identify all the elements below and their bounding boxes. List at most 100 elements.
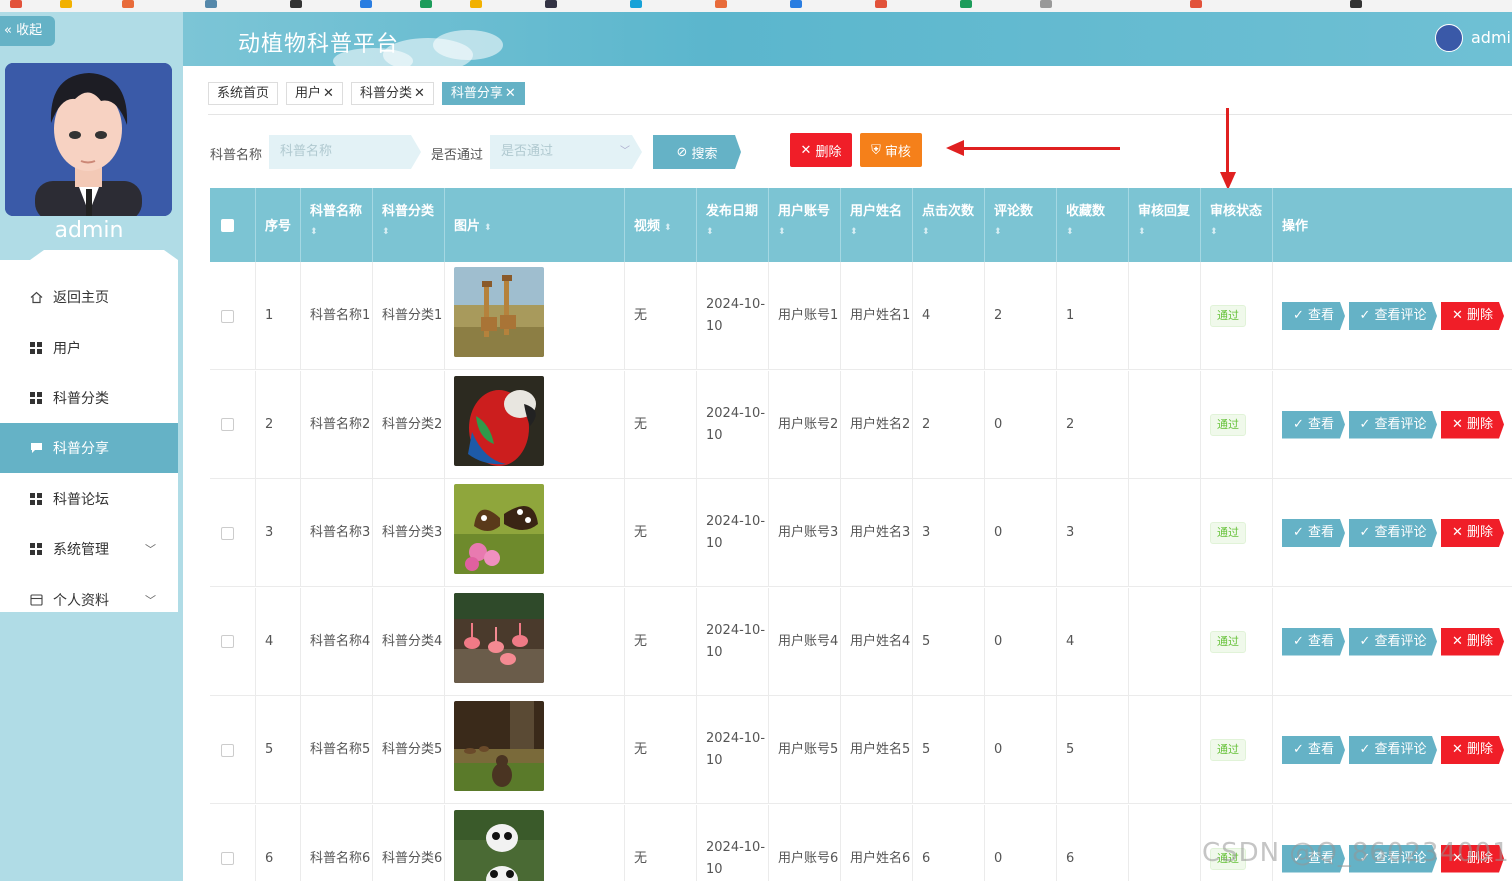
view-button[interactable]: ✓ 查看 [1282, 736, 1345, 764]
bookmark-favicon-icon[interactable] [1350, 0, 1362, 8]
sidebar-item-share[interactable]: 科普分享 [0, 423, 178, 473]
sidebar-item-users[interactable]: 用户 [0, 323, 178, 373]
delete-button[interactable]: ✕ 删除 [1441, 411, 1504, 439]
pass-select[interactable]: 是否通过 ﹀ [490, 135, 642, 169]
header-favorites[interactable]: 收藏数 ⬍ [1057, 188, 1129, 262]
delete-button[interactable]: ✕ 删除 [1441, 519, 1504, 547]
delete-button[interactable]: ✕ 删除 [1441, 736, 1504, 764]
header-username[interactable]: 用户姓名 ⬍ [841, 188, 913, 262]
row-checkbox[interactable] [221, 852, 234, 865]
name-search-input[interactable]: 科普名称 [269, 135, 421, 169]
sidebar-item-home[interactable]: 返回主页 [0, 272, 178, 322]
username-cell: 用户姓名3 [841, 479, 913, 587]
bookmark-favicon-icon[interactable] [1190, 0, 1202, 8]
header-clicks[interactable]: 点击次数 ⬍ [913, 188, 985, 262]
tab-users[interactable]: 用户 ✕ [286, 82, 343, 105]
header-name[interactable]: 科普名称 ⬍ [301, 188, 373, 262]
bookmark-favicon-icon[interactable] [470, 0, 482, 8]
account-cell: 用户账号3 [769, 479, 841, 587]
thumbnail-image[interactable] [454, 809, 544, 881]
view-comments-button[interactable]: ✓ 查看评论 [1349, 302, 1437, 330]
audit-button[interactable]: ⛨ 审核 [860, 133, 922, 167]
sidebar-item-forum[interactable]: 科普论坛 [0, 474, 178, 524]
delete-button[interactable]: ✕ 删除 [1441, 628, 1504, 656]
bookmark-favicon-icon[interactable] [630, 0, 642, 8]
thumbnail-image[interactable] [454, 484, 544, 582]
comments-cell: 0 [985, 696, 1057, 804]
reply-cell [1129, 587, 1201, 696]
batch-delete-button[interactable]: ✕ 删除 [790, 133, 852, 167]
close-icon[interactable]: ✕ [414, 86, 425, 101]
delete-button-label: 删除 [815, 144, 842, 160]
bookmark-favicon-icon[interactable] [1040, 0, 1052, 8]
delete-button[interactable]: ✕ 删除 [1441, 302, 1504, 330]
bookmark-favicon-icon[interactable] [790, 0, 802, 8]
view-comments-button[interactable]: ✓ 查看评论 [1349, 628, 1437, 656]
tab-home[interactable]: 系统首页 [208, 82, 279, 105]
header-status[interactable]: 审核状态 ⬍ [1201, 188, 1273, 262]
chat-icon [29, 441, 43, 455]
header-username[interactable]: admin [1471, 28, 1512, 47]
view-button[interactable]: ✓ 查看 [1282, 302, 1345, 330]
thumbnail-image[interactable] [454, 592, 544, 691]
favorites-value: 6 [1066, 850, 1075, 866]
sidebar-item-profile[interactable]: 个人资料 ﹀ [0, 575, 178, 625]
view-button[interactable]: ✓ 查看 [1282, 628, 1345, 656]
no-value: 2 [265, 416, 274, 432]
bookmark-favicon-icon[interactable] [960, 0, 972, 8]
bookmark-favicon-icon[interactable] [60, 0, 72, 8]
sidebar-item-category[interactable]: 科普分类 [0, 373, 178, 423]
view-label: 查看 [1307, 525, 1334, 540]
header-comments[interactable]: 评论数 ⬍ [985, 188, 1057, 262]
bookmark-favicon-icon[interactable] [875, 0, 887, 8]
bookmark-favicon-icon[interactable] [10, 0, 22, 8]
delete-label: 删除 [1466, 416, 1493, 432]
header-date[interactable]: 发布日期 ⬍ [697, 188, 769, 262]
view-button[interactable]: ✓ 查看 [1282, 411, 1345, 439]
bookmark-favicon-icon[interactable] [205, 0, 217, 8]
bookmark-favicon-icon[interactable] [545, 0, 557, 8]
status-cell: 通过 [1201, 587, 1273, 696]
bookmark-favicon-icon[interactable] [360, 0, 372, 8]
bookmark-favicon-icon[interactable] [715, 0, 727, 8]
thumbnail-image[interactable] [454, 701, 544, 799]
image-cell [445, 370, 625, 479]
bookmark-favicon-icon[interactable] [122, 0, 134, 8]
tab-category[interactable]: 科普分类 ✕ [350, 82, 434, 105]
favorites-value: 1 [1066, 308, 1075, 323]
row-checkbox[interactable] [221, 635, 234, 648]
close-icon[interactable]: ✕ [323, 86, 334, 101]
header-reply[interactable]: 审核回复 ⬍ [1129, 188, 1201, 262]
close-icon[interactable]: ✕ [505, 86, 516, 101]
row-checkbox[interactable] [221, 526, 234, 540]
video-cell: 无 [625, 479, 697, 587]
view-comments-button[interactable]: ✓ 查看评论 [1349, 519, 1437, 547]
thumbnail-image[interactable] [454, 375, 544, 474]
sidebar-item-system[interactable]: 系统管理 ﹀ [0, 524, 178, 574]
row-checkbox[interactable] [221, 309, 234, 323]
search-button[interactable]: ⊘ 搜索 [653, 135, 741, 169]
card-icon [29, 593, 43, 607]
tab-share[interactable]: 科普分享 ✕ [441, 82, 525, 105]
row-checkbox[interactable] [221, 743, 234, 757]
name-cell: 科普名称1 [301, 262, 373, 370]
header-image[interactable]: 图片 ⬍ [445, 188, 625, 262]
account-value: 用户账号4 [778, 633, 839, 649]
header-account[interactable]: 用户账号 ⬍ [769, 188, 841, 262]
select-all-checkbox[interactable] [221, 219, 234, 232]
header-category[interactable]: 科普分类 ⬍ [373, 188, 445, 262]
user-avatar[interactable] [1435, 24, 1463, 52]
view-comments-button[interactable]: ✓ 查看评论 [1349, 736, 1437, 764]
view-comments-button[interactable]: ✓ 查看评论 [1349, 411, 1437, 439]
sidebar-item-label: 科普论坛 [53, 492, 109, 508]
bookmark-favicon-icon[interactable] [420, 0, 432, 8]
view-button[interactable]: ✓ 查看 [1282, 519, 1345, 547]
comments-value: 0 [994, 416, 1003, 432]
table-row: 4 科普名称4 科普分类4 无 2024-10-10 用户账号4 用户姓名4 5 0 4 通过 ✓ 查看… [210, 587, 1512, 696]
no-cell: 2 [256, 370, 301, 479]
collapse-button[interactable]: « 收起 [0, 16, 55, 46]
bookmark-favicon-icon[interactable] [290, 0, 302, 8]
thumbnail-image[interactable] [454, 267, 544, 365]
row-checkbox[interactable] [221, 418, 234, 431]
header-video[interactable]: 视频 ⬍ [625, 188, 697, 262]
